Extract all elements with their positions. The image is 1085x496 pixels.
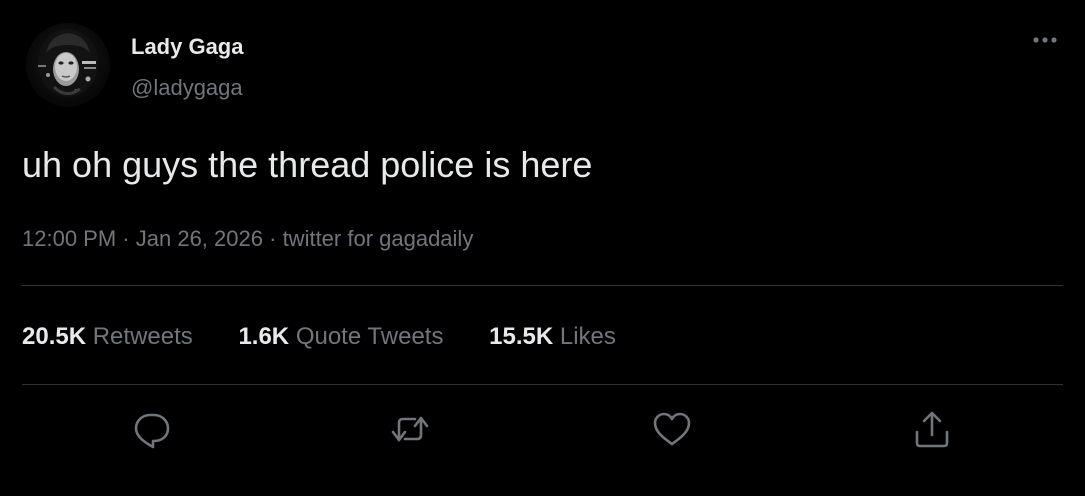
tweet-stats: 20.5K Retweets 1.6K Quote Tweets 15.5K L… [22, 321, 655, 353]
stat-likes[interactable]: 15.5K Likes [489, 321, 616, 353]
tweet-text: uh oh guys the thread police is here [22, 144, 593, 185]
stat-quote-tweets[interactable]: 1.6K Quote Tweets [238, 321, 443, 353]
stat-label: Likes [559, 323, 616, 350]
author-handle[interactable]: @ladygaga [131, 74, 243, 102]
tweet-date[interactable]: Jan 26, 2026 [136, 226, 263, 251]
stat-value: 1.6K [238, 323, 290, 350]
stat-label: Quote Tweets [295, 323, 444, 350]
reply-icon[interactable] [131, 408, 173, 450]
meta-separator: · [122, 226, 130, 251]
tweet-meta: 12:00 PM · Jan 26, 2026 · twitter for ga… [22, 224, 473, 254]
share-icon[interactable] [911, 408, 953, 450]
like-icon[interactable] [651, 408, 693, 450]
stat-label: Retweets [92, 323, 193, 350]
tweet-time[interactable]: 12:00 PM [22, 226, 116, 251]
author-name[interactable]: Lady Gaga [131, 33, 243, 61]
more-options-icon[interactable] [1026, 26, 1064, 54]
divider [22, 384, 1063, 385]
stat-retweets[interactable]: 20.5K Retweets [22, 321, 193, 353]
meta-separator: · [269, 226, 277, 251]
avatar-portrait-icon [38, 29, 98, 97]
divider [22, 285, 1063, 286]
retweet-icon[interactable] [389, 408, 431, 450]
stat-value: 20.5K [22, 323, 87, 350]
tweet-source[interactable]: twitter for gagadaily [283, 226, 474, 251]
stat-value: 15.5K [489, 323, 554, 350]
avatar[interactable] [26, 23, 110, 107]
tweet-detail: Lady Gaga @ladygaga uh oh guys the threa… [0, 0, 1085, 496]
